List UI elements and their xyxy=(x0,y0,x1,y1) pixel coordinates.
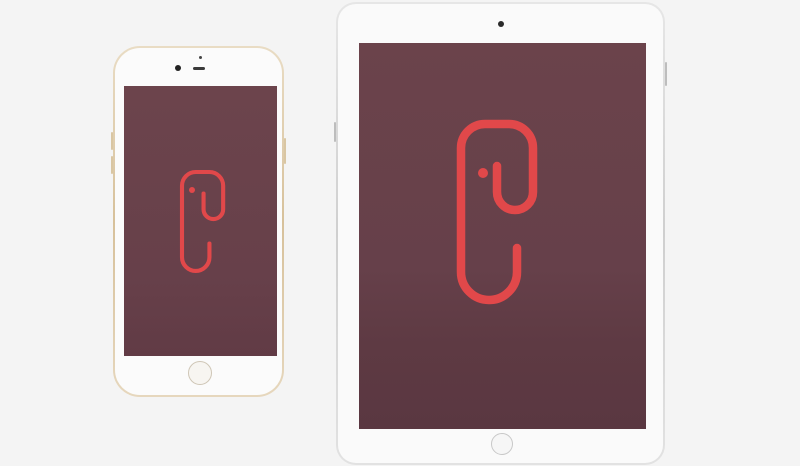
phone-screen xyxy=(124,86,277,356)
tablet-screen xyxy=(359,43,646,429)
tablet-home-button[interactable] xyxy=(491,433,513,455)
phone-front-camera-icon xyxy=(175,65,181,71)
phone-volume-down-button xyxy=(111,156,113,174)
phone-volume-up-button xyxy=(111,132,113,150)
app-logo-icon xyxy=(456,119,538,305)
tablet-front-camera-icon xyxy=(498,21,504,27)
tablet-power-button xyxy=(665,62,667,86)
app-logo-icon xyxy=(179,169,226,274)
phone-sensor-icon xyxy=(199,56,202,59)
tablet-bezel xyxy=(338,4,663,463)
phone-device xyxy=(111,46,286,397)
phone-home-button[interactable] xyxy=(188,361,212,385)
tablet-device xyxy=(334,2,667,465)
phone-power-button xyxy=(284,138,286,164)
phone-speaker-icon xyxy=(193,67,205,70)
phone-bezel xyxy=(115,48,282,395)
tablet-volume-button xyxy=(334,122,336,142)
